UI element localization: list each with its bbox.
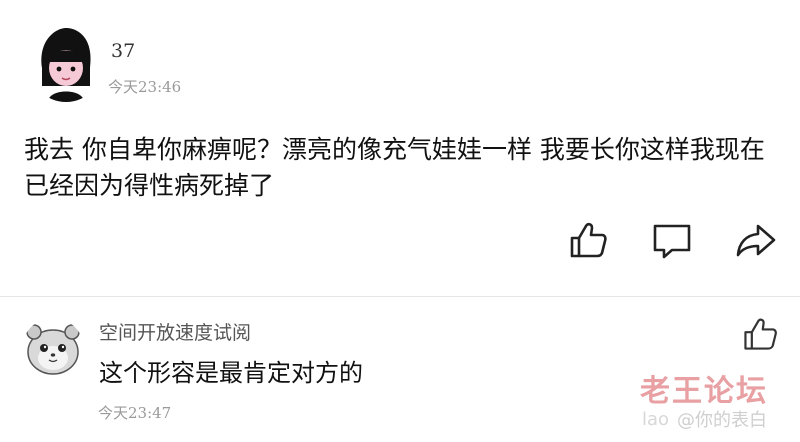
reply-timestamp: 今天23:47 xyxy=(98,404,172,422)
reply-avatar[interactable] xyxy=(22,318,84,380)
watermark-url-prefix: lao xyxy=(642,408,670,430)
thumbs-up-icon xyxy=(744,318,777,350)
divider xyxy=(0,296,800,297)
share-icon xyxy=(736,224,776,257)
watermark-url: lao @你的表白 xyxy=(642,406,767,432)
girl-avatar-icon xyxy=(28,22,104,102)
reply-like-button[interactable] xyxy=(740,314,780,354)
post-username[interactable]: 37 xyxy=(111,40,135,62)
post-avatar[interactable] xyxy=(28,22,104,102)
comment-button[interactable] xyxy=(650,218,694,262)
thumbs-up-icon xyxy=(570,222,607,258)
watermark-title: 老王论坛 xyxy=(640,374,768,409)
reply-content: 这个形容是最肯定对方的 xyxy=(99,359,363,387)
post-timestamp: 今天23:46 xyxy=(108,78,182,96)
watermark-weibo: @你的表白 xyxy=(677,410,768,431)
post-content: 我去 你自卑你麻痹呢？漂亮的像充气娃娃一样 我要长你这样我现在已经因为得性病死掉… xyxy=(24,135,765,200)
hamster-avatar-icon xyxy=(22,318,84,380)
like-button[interactable] xyxy=(566,218,610,262)
comment-icon xyxy=(653,224,691,259)
share-button[interactable] xyxy=(734,218,778,262)
reply-username[interactable]: 空间开放速度试阅 xyxy=(99,318,251,345)
